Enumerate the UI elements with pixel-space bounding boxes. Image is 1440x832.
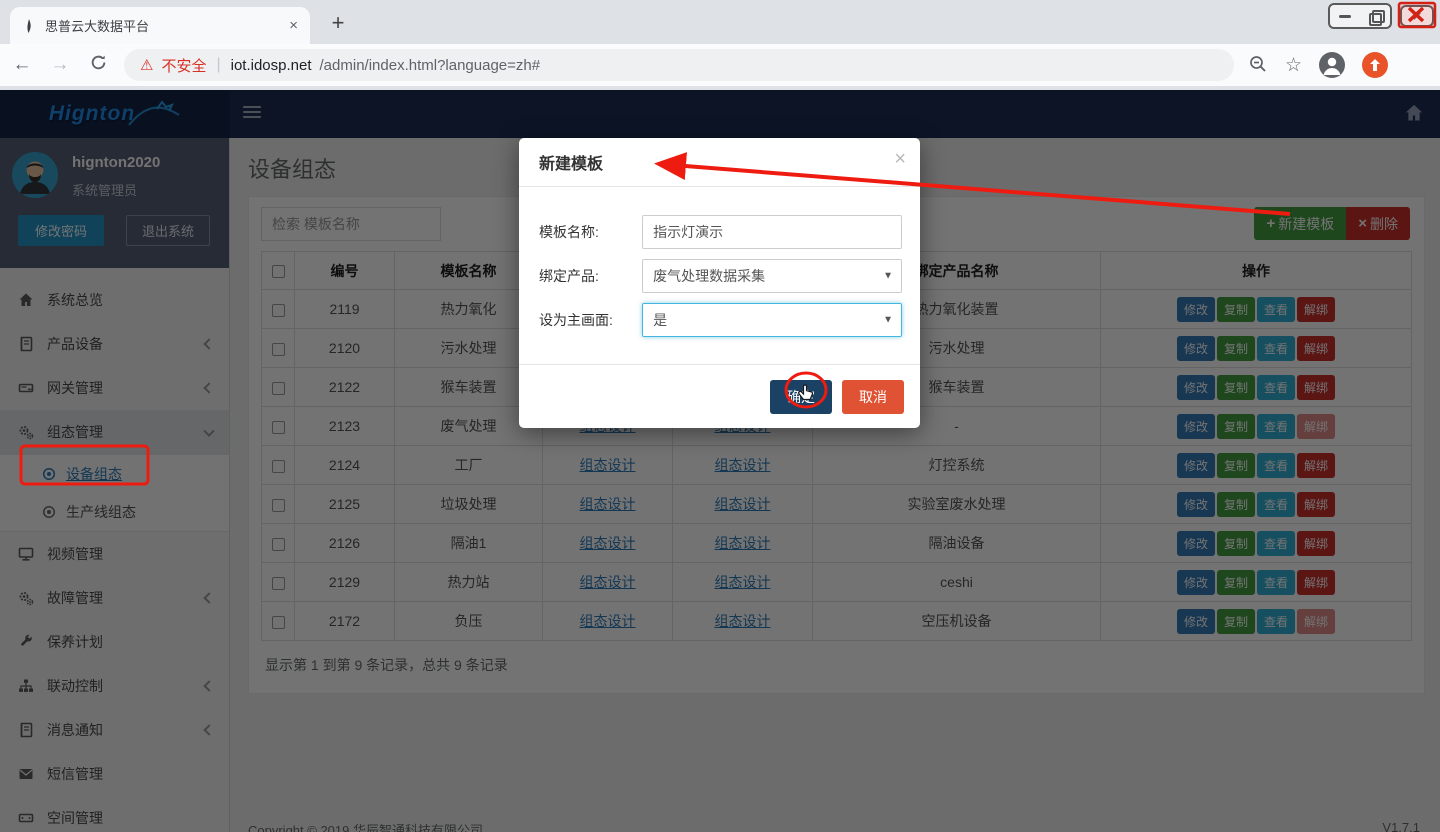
back-icon[interactable]: ←	[10, 54, 34, 76]
new-template-modal: 新建模板 × 模板名称: 绑定产品: 废气处理数据采集 ▼ 设为主画面:	[519, 138, 920, 428]
main-screen-label: 设为主画面:	[539, 310, 642, 330]
url-separator: |	[216, 56, 220, 74]
reload-icon[interactable]	[86, 54, 110, 77]
window-minimize-button[interactable]	[1330, 5, 1360, 27]
not-secure-warning-icon: ⚠	[140, 56, 153, 74]
confirm-button[interactable]: 确定	[770, 380, 832, 414]
app-page: Hignton hignton2020 系统管理员	[0, 90, 1440, 832]
tab-title: 思普云大数据平台	[45, 16, 280, 35]
modal-close-icon[interactable]: ×	[894, 149, 906, 169]
not-secure-label: 不安全	[161, 55, 206, 76]
tab-strip: 思普云大数据平台 × + ×	[0, 0, 1440, 44]
new-tab-button[interactable]: +	[324, 10, 352, 38]
tab-close-icon[interactable]: ×	[289, 17, 298, 34]
tab-favicon-icon	[22, 19, 36, 33]
browser-profile-icon[interactable]	[1319, 52, 1345, 78]
modal-title: 新建模板	[539, 150, 603, 174]
modal-body: 模板名称: 绑定产品: 废气处理数据采集 ▼ 设为主画面: 是 ▼	[519, 187, 920, 337]
modal-footer: 确定 取消	[519, 364, 920, 428]
main-screen-select[interactable]: 是 ▼	[642, 303, 902, 337]
caret-down-icon: ▼	[883, 315, 893, 326]
window-restore-button[interactable]	[1360, 5, 1390, 27]
zoom-out-icon[interactable]	[1248, 54, 1268, 77]
window-controls: ×	[1328, 3, 1434, 29]
bind-product-select[interactable]: 废气处理数据采集 ▼	[642, 259, 902, 293]
forward-icon: →	[48, 54, 72, 76]
cancel-button[interactable]: 取消	[842, 380, 904, 414]
bookmark-star-icon[interactable]: ☆	[1285, 54, 1302, 77]
caret-down-icon: ▼	[883, 271, 893, 282]
window-close-button[interactable]: ×	[1400, 5, 1434, 27]
extension-update-icon[interactable]	[1362, 52, 1388, 78]
url-host: iot.idosp.net	[231, 57, 312, 74]
template-name-input[interactable]	[642, 215, 902, 249]
browser-toolbar-right: ☆	[1248, 52, 1394, 78]
browser-tab[interactable]: 思普云大数据平台 ×	[10, 7, 310, 44]
browser-chrome: 思普云大数据平台 × + × ← → ⚠ 不安全 | iot.idosp.net…	[0, 0, 1440, 90]
address-bar: ← → ⚠ 不安全 | iot.idosp.net /admin/index.h…	[0, 44, 1440, 86]
bind-product-label: 绑定产品:	[539, 266, 642, 286]
modal-header: 新建模板 ×	[519, 138, 920, 187]
template-name-label: 模板名称:	[539, 222, 642, 242]
url-field[interactable]: ⚠ 不安全 | iot.idosp.net /admin/index.html?…	[124, 49, 1234, 81]
url-path: /admin/index.html?language=zh#	[320, 57, 541, 74]
